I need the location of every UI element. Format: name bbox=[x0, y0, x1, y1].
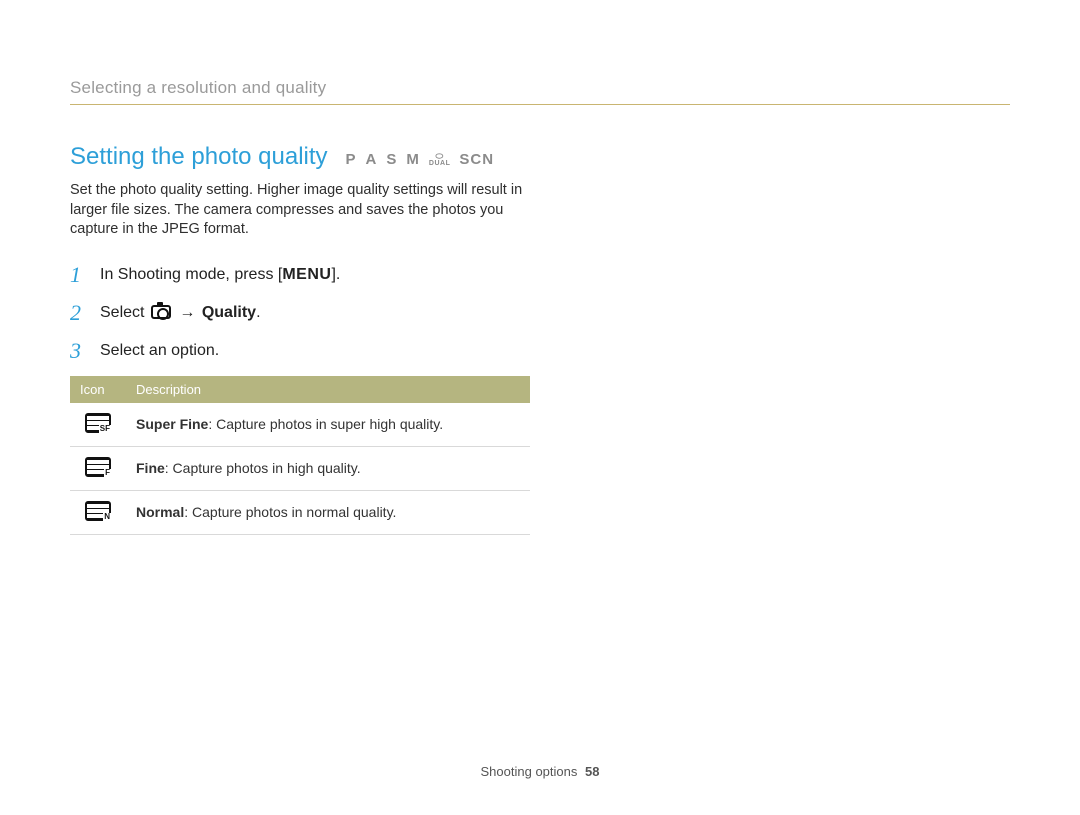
intro-paragraph: Set the photo quality setting. Higher im… bbox=[70, 181, 530, 240]
col-header-description: Description bbox=[126, 376, 530, 403]
page-footer: Shooting options 58 bbox=[0, 764, 1080, 779]
step-3: 3 Select an option. bbox=[70, 338, 530, 364]
mode-p-icon: P bbox=[346, 151, 357, 168]
step-2: 2 Select → Quality. bbox=[70, 300, 530, 326]
quality-description: Super Fine: Capture photos in super high… bbox=[126, 403, 530, 447]
steps-list: 1 In Shooting mode, press [MENU]. 2 Sele… bbox=[70, 262, 530, 364]
mode-s-icon: S bbox=[386, 151, 397, 168]
quality-icon-cell: N bbox=[70, 490, 126, 534]
super-fine-icon: SF bbox=[85, 413, 111, 433]
quality-description: Normal: Capture photos in normal quality… bbox=[126, 490, 530, 534]
step-text: Select → Quality. bbox=[100, 304, 261, 322]
mode-dual-icon: ⬭ DUAL bbox=[429, 153, 450, 167]
menu-button-label: MENU bbox=[282, 266, 331, 283]
breadcrumb: Selecting a resolution and quality bbox=[70, 78, 1010, 105]
heading-row: Setting the photo quality P A S M ⬭ DUAL… bbox=[70, 143, 1010, 171]
mode-scn-icon: SCN bbox=[459, 151, 494, 168]
table-row: N Normal: Capture photos in normal quali… bbox=[70, 490, 530, 534]
step-number: 2 bbox=[70, 300, 88, 326]
mode-a-icon: A bbox=[366, 151, 378, 168]
step-text: Select an option. bbox=[100, 342, 219, 360]
arrow-icon: → bbox=[179, 304, 195, 321]
step-number: 1 bbox=[70, 262, 88, 288]
quality-icon-cell: F bbox=[70, 446, 126, 490]
footer-section: Shooting options bbox=[481, 764, 578, 779]
quality-icon-cell: SF bbox=[70, 403, 126, 447]
quality-description: Fine: Capture photos in high quality. bbox=[126, 446, 530, 490]
page-content: Selecting a resolution and quality Setti… bbox=[0, 0, 1080, 535]
table-row: F Fine: Capture photos in high quality. bbox=[70, 446, 530, 490]
mode-icons: P A S M ⬭ DUAL SCN bbox=[346, 151, 495, 168]
step-number: 3 bbox=[70, 338, 88, 364]
page-number: 58 bbox=[585, 764, 599, 779]
step-text: In Shooting mode, press [MENU]. bbox=[100, 266, 340, 284]
mode-m-icon: M bbox=[406, 151, 420, 168]
table-row: SF Super Fine: Capture photos in super h… bbox=[70, 403, 530, 447]
normal-icon: N bbox=[85, 501, 111, 521]
col-header-icon: Icon bbox=[70, 376, 126, 403]
quality-table: Icon Description SF Super Fine: Capture … bbox=[70, 376, 530, 535]
table-header-row: Icon Description bbox=[70, 376, 530, 403]
section-heading: Setting the photo quality bbox=[70, 143, 328, 171]
camera-icon bbox=[151, 305, 171, 319]
step-1: 1 In Shooting mode, press [MENU]. bbox=[70, 262, 530, 288]
fine-icon: F bbox=[85, 457, 111, 477]
